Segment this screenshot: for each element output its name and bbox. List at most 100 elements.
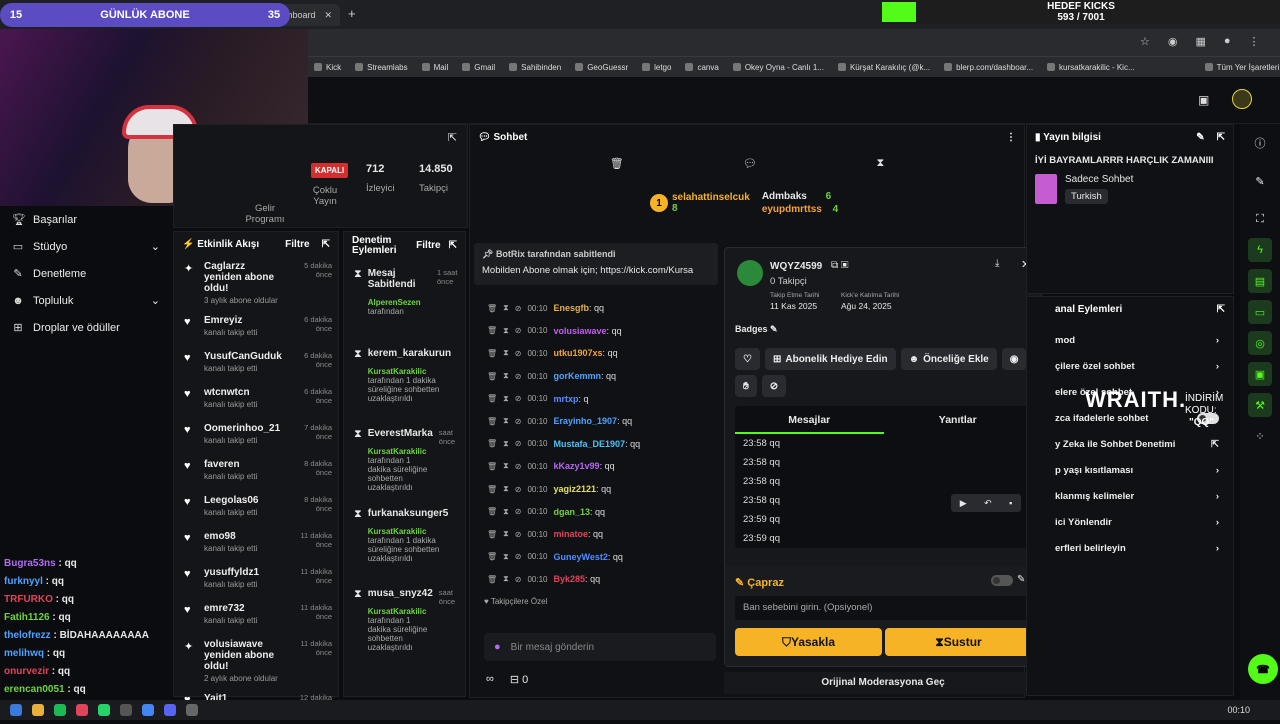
bookmark-item[interactable]: Okey Oyna - Canlı 1...: [733, 63, 824, 72]
chat-username[interactable]: dgan_13: [554, 507, 591, 517]
mod-action-item[interactable]: ⧗ furkanaksunger5 KursatKarakilic tarafında…: [344, 500, 465, 580]
mod-action-item[interactable]: ⧗ musa_snyz42 KursatKarakilic tarafından 1 …: [344, 580, 465, 660]
hourglass-icon[interactable]: ⧗: [503, 394, 509, 404]
bookmark-item[interactable]: Sahibinden: [509, 63, 561, 72]
chat-message[interactable]: 🗑︎ ⧗ ⊘ 00:10 volusiawave: qq: [470, 320, 720, 343]
chat-message[interactable]: 🗑︎ ⧗ ⊘ 00:10 Enesgfb: qq: [470, 297, 720, 320]
hourglass-icon[interactable]: ⧗: [503, 507, 509, 517]
trash-icon[interactable]: 🗑︎: [487, 394, 497, 403]
chat-message[interactable]: 🗑︎ ⧗ ⊘ 00:10 minatoe: qq: [470, 523, 720, 546]
channel-action-item[interactable]: erfleri belirleyin ›: [1027, 535, 1233, 561]
bookmark-item[interactable]: Kick: [314, 63, 341, 72]
pinned-message[interactable]: 📌︎ BotRix tarafından sabitlendi Mobilden…: [474, 243, 718, 285]
chat-message[interactable]: 🗑︎ ⧗ ⊘ 00:10 Byk285: qq: [470, 568, 720, 591]
event-item[interactable]: ♥ faveren kanalı takip etti 8 dakika önce: [174, 454, 338, 490]
wrench-icon[interactable]: ⚒: [1248, 393, 1272, 417]
tab-replies[interactable]: Yanıtlar: [884, 406, 1033, 434]
chat-username[interactable]: yagiz2121: [554, 484, 597, 494]
trash-icon[interactable]: 🗑︎: [487, 485, 497, 494]
extension-icon[interactable]: ◉: [1168, 35, 1178, 48]
chat-menu-icon[interactable]: ⋮: [1006, 132, 1016, 143]
hourglass-icon[interactable]: ⧗: [503, 461, 509, 471]
channel-action-item[interactable]: klanmış kelimeler ›: [1027, 483, 1233, 509]
ban-icon[interactable]: ⊘: [515, 485, 522, 494]
bookmark-item[interactable]: Streamlabs: [355, 63, 407, 72]
delete-icon[interactable]: ▪: [1009, 498, 1012, 508]
sidebar-item-community[interactable]: ☻ Topluluk ⌄: [0, 287, 172, 314]
start-icon[interactable]: [10, 704, 22, 716]
hourglass-icon[interactable]: ⧗: [503, 303, 509, 313]
lightning-icon[interactable]: ϟ: [1248, 238, 1272, 262]
chat-message[interactable]: 🗑︎ ⧗ ⊘ 00:10 kKazy1v99: qq: [470, 455, 720, 478]
popout-icon[interactable]: ⇱: [1217, 132, 1225, 143]
pin-icon[interactable]: ⤓: [995, 258, 999, 269]
eye-button[interactable]: ◉: [1001, 348, 1027, 370]
chat-username[interactable]: minatoe: [554, 529, 589, 539]
bookmark-item[interactable]: Kürşat Karakılıç (@k...: [838, 63, 930, 72]
camera-icon[interactable]: ▣: [1198, 93, 1209, 107]
card-icon[interactable]: ▣: [1248, 362, 1272, 386]
block-button[interactable]: ⊘: [761, 375, 787, 397]
popout-icon[interactable]: ⇱: [1217, 304, 1225, 315]
bookmark-item[interactable]: letgo: [642, 63, 671, 72]
trash-icon[interactable]: 🗑︎: [487, 417, 497, 426]
clipboard-icon[interactable]: ▤: [1248, 269, 1272, 293]
mod-action-item[interactable]: ⧗ kerem_karakurun KursatKarakilic tarafında…: [344, 340, 465, 420]
event-item[interactable]: ✦ volusiawave yeniden abone oldu! 2 aylık …: [174, 634, 338, 688]
chat-message[interactable]: 🗑︎ ⧗ ⊘ 00:10 dgan_13: qq: [470, 500, 720, 523]
obs-icon[interactable]: [186, 704, 198, 716]
trash-icon[interactable]: 🗑︎: [487, 304, 497, 313]
chat-message[interactable]: 🗑︎ ⧗ ⊘ 00:10 Mustafa_DE1907: qq: [470, 433, 720, 456]
chat-message[interactable]: 🗑︎ ⧗ ⊘ 00:10 GuneyWest2: qq: [470, 546, 720, 569]
discord-icon[interactable]: [164, 704, 176, 716]
xbox-icon[interactable]: [76, 704, 88, 716]
edit-icon[interactable]: ✎: [1017, 574, 1025, 585]
more-icon[interactable]: ⁘: [1248, 424, 1272, 448]
copy-icon[interactable]: ⧉ ▣: [831, 260, 849, 271]
edit-icon[interactable]: ✎: [1196, 132, 1204, 143]
hourglass-icon[interactable]: ⧗: [503, 348, 509, 358]
gift-sub-button[interactable]: ⊞ Abonelik Hediye Edin: [764, 348, 896, 370]
chat-username[interactable]: Byk285: [554, 574, 586, 584]
trash-icon[interactable]: 🗑︎: [610, 157, 624, 170]
ban-icon[interactable]: ⊘: [515, 304, 522, 313]
chat-message[interactable]: 🗑︎ ⧗ ⊘ 00:10 utku1907xs: qq: [470, 342, 720, 365]
bookmark-item[interactable]: Gmail: [462, 63, 495, 72]
popout-icon[interactable]: ⇱: [449, 241, 457, 251]
trash-icon[interactable]: 🗑︎: [487, 372, 497, 381]
history-message[interactable]: 23:58 qq: [735, 453, 1032, 472]
chat-username[interactable]: mrtxp: [554, 394, 579, 404]
ban-icon[interactable]: ⊘: [515, 439, 522, 448]
bookmark-item[interactable]: kursatkarakilic - Kic...: [1047, 63, 1135, 72]
info-icon[interactable]: ⓘ: [1248, 131, 1272, 155]
chat-icon[interactable]: ▭: [1248, 300, 1272, 324]
chat-username[interactable]: gorKemmn: [554, 371, 602, 381]
emote-icon[interactable]: ∞: [486, 673, 494, 686]
ban-icon[interactable]: ⊘: [515, 326, 522, 335]
hourglass-icon[interactable]: ⧗: [503, 371, 509, 381]
history-message[interactable]: 23:58 qq: [735, 472, 1032, 491]
sidebar-item-studio[interactable]: ▭ Stüdyo ⌄: [0, 233, 172, 260]
trash-icon[interactable]: 🗑︎: [487, 507, 497, 516]
bookmark-item[interactable]: Tüm Yer İşaretleri: [1205, 63, 1280, 72]
original-moderation-button[interactable]: Orijinal Moderasyona Geç: [724, 672, 1042, 694]
mic-icon[interactable]: ●: [494, 641, 501, 653]
heart-button[interactable]: ♡: [735, 348, 760, 370]
play-icon[interactable]: ▶: [960, 498, 967, 509]
bookmark-item[interactable]: Mail: [422, 63, 449, 72]
pencil-icon[interactable]: ✎: [1248, 169, 1272, 193]
trash-icon[interactable]: 🗑︎: [487, 326, 497, 335]
sidebar-item-moderation[interactable]: ✎ Denetleme: [0, 260, 172, 287]
hourglass-icon[interactable]: ⧗: [503, 484, 509, 494]
hourglass-icon[interactable]: ⧗: [503, 529, 509, 539]
channel-action-item[interactable]: çilere özel sohbet ›: [1027, 353, 1233, 379]
leader-name[interactable]: eyupdmrttss: [762, 204, 822, 215]
whatsapp-icon[interactable]: [98, 704, 110, 716]
channel-action-item[interactable]: p yaşı kısıtlaması ›: [1027, 457, 1233, 483]
trash-icon[interactable]: 🗑︎: [487, 575, 497, 584]
event-item[interactable]: ♥ emo98 kanalı takip etti 11 dakika önce: [174, 526, 338, 562]
chat-bubble-icon[interactable]: 💬︎: [743, 157, 757, 170]
event-item[interactable]: ✦ Caglarzz yeniden abone oldu! 3 aylık abo…: [174, 256, 338, 310]
ban-icon[interactable]: ⊘: [515, 372, 522, 381]
ban-button[interactable]: ⛉ Yasakla: [735, 628, 882, 656]
